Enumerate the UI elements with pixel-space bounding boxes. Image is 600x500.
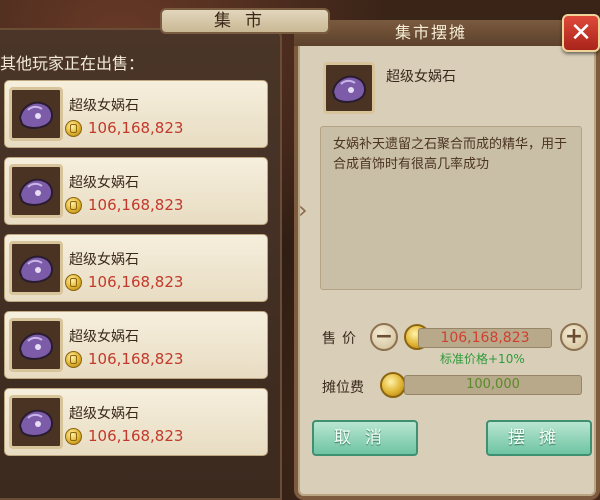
listing-item[interactable]: 超级女娲石 106,168,823 (4, 157, 268, 225)
listing-price: 106,168,823 (88, 119, 184, 137)
price-input[interactable]: 106,168,823 (418, 328, 552, 348)
chevron-right-icon[interactable]: › (298, 196, 308, 224)
listing-item-name: 超级女娲石 (69, 175, 139, 191)
listing-item[interactable]: 超级女娲石 106,168,823 (4, 311, 268, 379)
listing-price: 106,168,823 (88, 350, 184, 368)
price-label: 售价 (322, 331, 362, 347)
listing-item[interactable]: 超级女娲石 106,168,823 (4, 234, 268, 302)
gold-coin-icon (65, 119, 82, 137)
fee-label: 摊位费 (322, 380, 364, 396)
listing-item-name: 超级女娲石 (69, 98, 139, 114)
listing-item-name: 超级女娲石 (69, 406, 139, 422)
nuwa-stone-icon (9, 318, 63, 372)
close-icon: ✕ (570, 18, 592, 48)
listing-header: 其他玩家正在出售： (0, 54, 145, 73)
close-button[interactable]: ✕ (562, 14, 600, 52)
listing-price: 106,168,823 (88, 273, 184, 291)
listing-item-name: 超级女娲石 (69, 329, 139, 345)
nuwa-stone-icon (323, 62, 375, 114)
market-tab-title: 集市 (160, 8, 330, 34)
stall-fee-value: 100,000 (404, 375, 582, 395)
nuwa-stone-icon (9, 241, 63, 295)
cancel-button[interactable]: 取消 (312, 420, 418, 456)
listing-item[interactable]: 超级女娲石 106,168,823 (4, 388, 268, 456)
item-description: 女娲补天遗留之石聚合而成的精华，用于合成首饰时有很高几率成功 (320, 126, 582, 290)
listing-item-name: 超级女娲石 (69, 252, 139, 268)
gold-coin-icon (380, 372, 406, 398)
nuwa-stone-icon (9, 87, 63, 141)
listing-price: 106,168,823 (88, 196, 184, 214)
listing-item[interactable]: 超级女娲石 106,168,823 (4, 80, 268, 148)
nuwa-stone-icon (9, 164, 63, 218)
reference-price-note: 标准价格+10% (440, 352, 525, 366)
increase-price-button[interactable]: + (560, 323, 588, 351)
listing-price: 106,168,823 (88, 427, 184, 445)
gold-coin-icon (65, 350, 82, 368)
dialog-title: 集市摆摊 (294, 20, 568, 46)
gold-coin-icon (65, 427, 82, 445)
set-up-stall-button[interactable]: 摆摊 (486, 420, 592, 456)
nuwa-stone-icon (9, 395, 63, 449)
item-name: 超级女娲石 (386, 69, 456, 85)
gold-coin-icon (65, 273, 82, 291)
decrease-price-button[interactable]: − (370, 323, 398, 351)
gold-coin-icon (65, 196, 82, 214)
